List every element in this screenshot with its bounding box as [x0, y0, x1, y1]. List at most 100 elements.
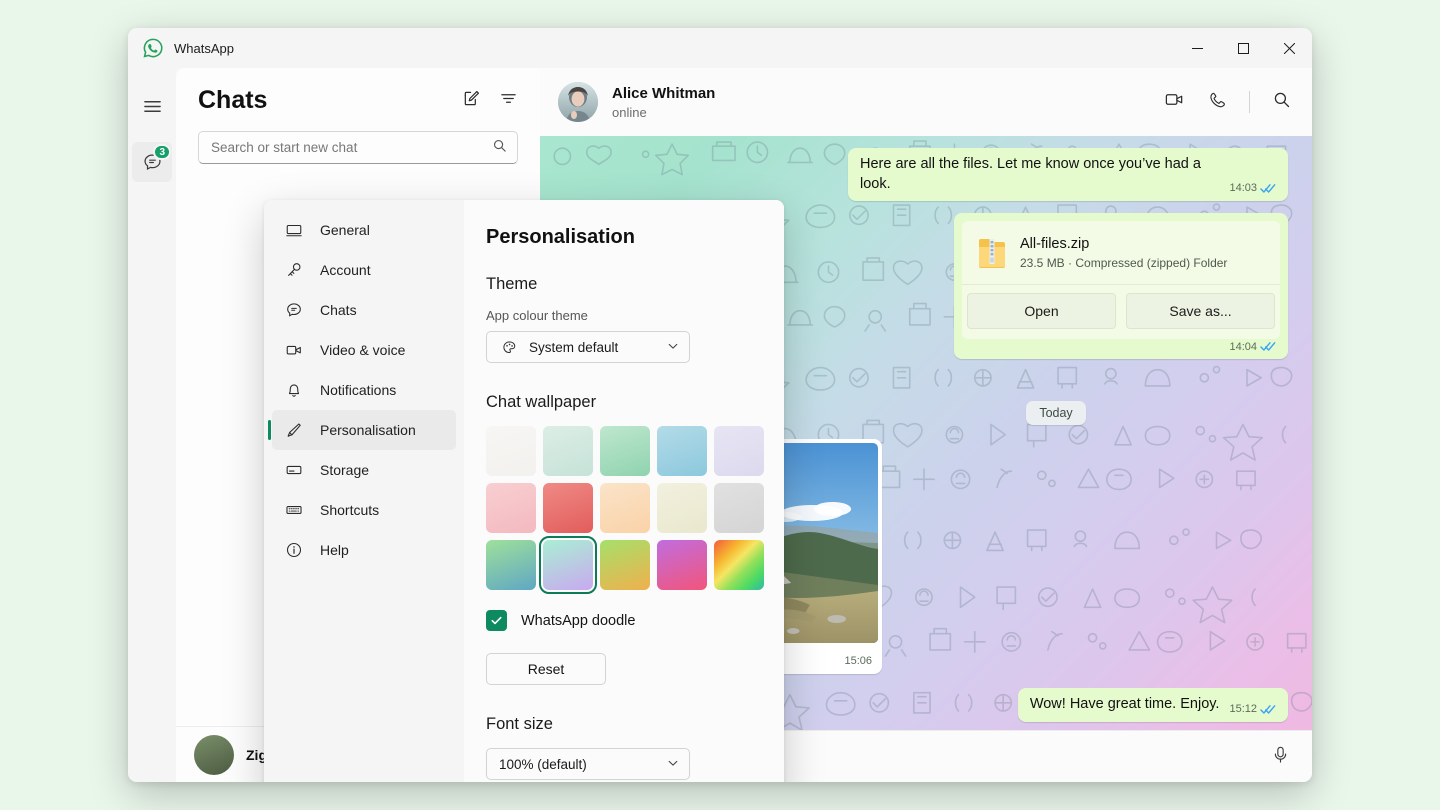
- avatar[interactable]: [558, 82, 598, 122]
- monitor-icon: [284, 220, 304, 240]
- font-size-section-title: Font size: [486, 715, 756, 734]
- chevron-down-icon[interactable]: [667, 757, 679, 772]
- chat-list-header: Chats: [176, 68, 540, 121]
- close-button[interactable]: [1266, 28, 1312, 68]
- message-meta: 15:06: [844, 655, 872, 667]
- filter-icon[interactable]: [499, 89, 518, 113]
- wallpaper-swatch-lavender[interactable]: [714, 426, 764, 476]
- avatar: [194, 735, 234, 775]
- palette-icon: [499, 337, 519, 357]
- paintbrush-icon: [284, 420, 304, 440]
- voice-call-icon[interactable]: [1207, 90, 1227, 115]
- contact-status: online: [612, 105, 1150, 120]
- title-bar-left: WhatsApp: [128, 37, 234, 59]
- file-info: All-files.zip 23.5 MB · Compressed (zipp…: [1020, 235, 1227, 270]
- settings-dialog: General Account Chats Video & voice: [264, 200, 784, 782]
- sidebar-item-notifications[interactable]: Notifications: [272, 370, 456, 410]
- sidebar-item-label: Account: [320, 262, 371, 278]
- wallpaper-swatch-cream[interactable]: [657, 483, 707, 533]
- doodle-checkbox-label: WhatsApp doodle: [521, 613, 635, 629]
- whatsapp-window: WhatsApp: [128, 28, 1312, 782]
- info-icon: [284, 540, 304, 560]
- sidebar-item-label: Help: [320, 542, 349, 558]
- file-card-header: All-files.zip 23.5 MB · Compressed (zipp…: [962, 221, 1280, 284]
- wallpaper-swatch-mint-pale[interactable]: [543, 426, 593, 476]
- chats-unread-badge: 3: [153, 144, 171, 160]
- hamburger-menu-button[interactable]: [132, 86, 172, 126]
- message-bubble-outgoing[interactable]: Wow! Have great time. Enjoy. 15:12: [1018, 688, 1288, 722]
- sidebar-item-storage[interactable]: Storage: [272, 450, 456, 490]
- sidebar-item-chats[interactable]: Chats: [272, 290, 456, 330]
- message-meta: 14:03: [1229, 182, 1276, 194]
- file-card-buttons: Open Save as...: [962, 284, 1280, 339]
- font-size-value: 100% (default): [499, 757, 657, 772]
- font-size-section: Font size 100% (default): [486, 715, 756, 780]
- contact-name: Alice Whitman: [612, 84, 1150, 104]
- message-bubble-file[interactable]: All-files.zip 23.5 MB · Compressed (zipp…: [954, 213, 1288, 359]
- wallpaper-swatch-rainbow[interactable]: [714, 540, 764, 590]
- left-rail: 3: [128, 68, 176, 782]
- wallpaper-swatch-white[interactable]: [486, 426, 536, 476]
- wallpaper-swatch-green-blue[interactable]: [486, 540, 536, 590]
- wallpaper-swatch-green[interactable]: [600, 426, 650, 476]
- reset-button[interactable]: Reset: [486, 653, 606, 685]
- search-wrapper: [176, 121, 540, 172]
- sidebar-item-help[interactable]: Help: [272, 530, 456, 570]
- compose-icon[interactable]: [462, 89, 481, 113]
- wallpaper-swatch-teal-lilac[interactable]: [543, 540, 593, 590]
- app-colour-theme-value: System default: [529, 340, 657, 355]
- wallpaper-swatch-red[interactable]: [543, 483, 593, 533]
- video-call-icon[interactable]: [1164, 89, 1185, 115]
- open-file-button[interactable]: Open: [967, 293, 1116, 329]
- wallpaper-swatch-purple-pink[interactable]: [657, 540, 707, 590]
- message-time: 14:03: [1229, 182, 1257, 194]
- sidebar-item-general[interactable]: General: [272, 210, 456, 250]
- conversation-header[interactable]: Alice Whitman online: [540, 68, 1312, 136]
- wallpaper-swatch-lime-orange[interactable]: [600, 540, 650, 590]
- sidebar-item-personalisation[interactable]: Personalisation: [272, 410, 456, 450]
- search-box[interactable]: [198, 131, 518, 164]
- wallpaper-swatch-blue[interactable]: [657, 426, 707, 476]
- settings-nav: General Account Chats Video & voice: [264, 200, 464, 782]
- sidebar-item-video-voice[interactable]: Video & voice: [272, 330, 456, 370]
- maximize-button[interactable]: [1220, 28, 1266, 68]
- wallpaper-swatch-peach[interactable]: [600, 483, 650, 533]
- save-as-button[interactable]: Save as...: [1126, 293, 1275, 329]
- app-colour-theme-dropdown[interactable]: System default: [486, 331, 690, 363]
- wallpaper-section-title: Chat wallpaper: [486, 393, 756, 412]
- window-controls: [1174, 28, 1312, 68]
- chevron-down-icon[interactable]: [667, 340, 679, 355]
- wallpaper-swatch-grey[interactable]: [714, 483, 764, 533]
- wallpaper-swatch-grid: [486, 426, 756, 590]
- message-text: Here are all the files. Let me know once…: [860, 155, 1219, 194]
- sidebar-item-shortcuts[interactable]: Shortcuts: [272, 490, 456, 530]
- message-text: Wow! Have great time. Enjoy.: [1030, 695, 1220, 715]
- whatsapp-logo-icon: [142, 37, 164, 59]
- search-icon[interactable]: [1272, 90, 1292, 115]
- read-receipt-icon: [1260, 704, 1276, 715]
- message-bubble-outgoing[interactable]: Here are all the files. Let me know once…: [848, 148, 1288, 201]
- settings-heading: Personalisation: [486, 226, 756, 249]
- bell-icon: [284, 380, 304, 400]
- minimize-button[interactable]: [1174, 28, 1220, 68]
- doodle-checkbox-row[interactable]: WhatsApp doodle: [486, 610, 756, 631]
- message-meta: 14:04: [962, 339, 1280, 357]
- keyboard-icon: [284, 500, 304, 520]
- message-time: 14:04: [1229, 341, 1257, 353]
- sidebar-item-label: Storage: [320, 462, 369, 478]
- search-input[interactable]: [211, 140, 492, 155]
- file-meta: 23.5 MB · Compressed (zipped) Folder: [1020, 256, 1227, 270]
- search-icon[interactable]: [492, 138, 507, 158]
- sidebar-item-label: Personalisation: [320, 422, 416, 438]
- checkmark-icon[interactable]: [486, 610, 507, 631]
- file-card: All-files.zip 23.5 MB · Compressed (zipp…: [962, 221, 1280, 339]
- rail-item-chats[interactable]: 3: [132, 142, 172, 182]
- key-icon: [284, 260, 304, 280]
- sidebar-item-label: General: [320, 222, 370, 238]
- sidebar-item-account[interactable]: Account: [272, 250, 456, 290]
- microphone-icon[interactable]: [1271, 745, 1290, 769]
- read-receipt-icon: [1260, 183, 1276, 194]
- message-time: 15:12: [1229, 703, 1257, 715]
- font-size-dropdown[interactable]: 100% (default): [486, 748, 690, 780]
- wallpaper-swatch-pink-pale[interactable]: [486, 483, 536, 533]
